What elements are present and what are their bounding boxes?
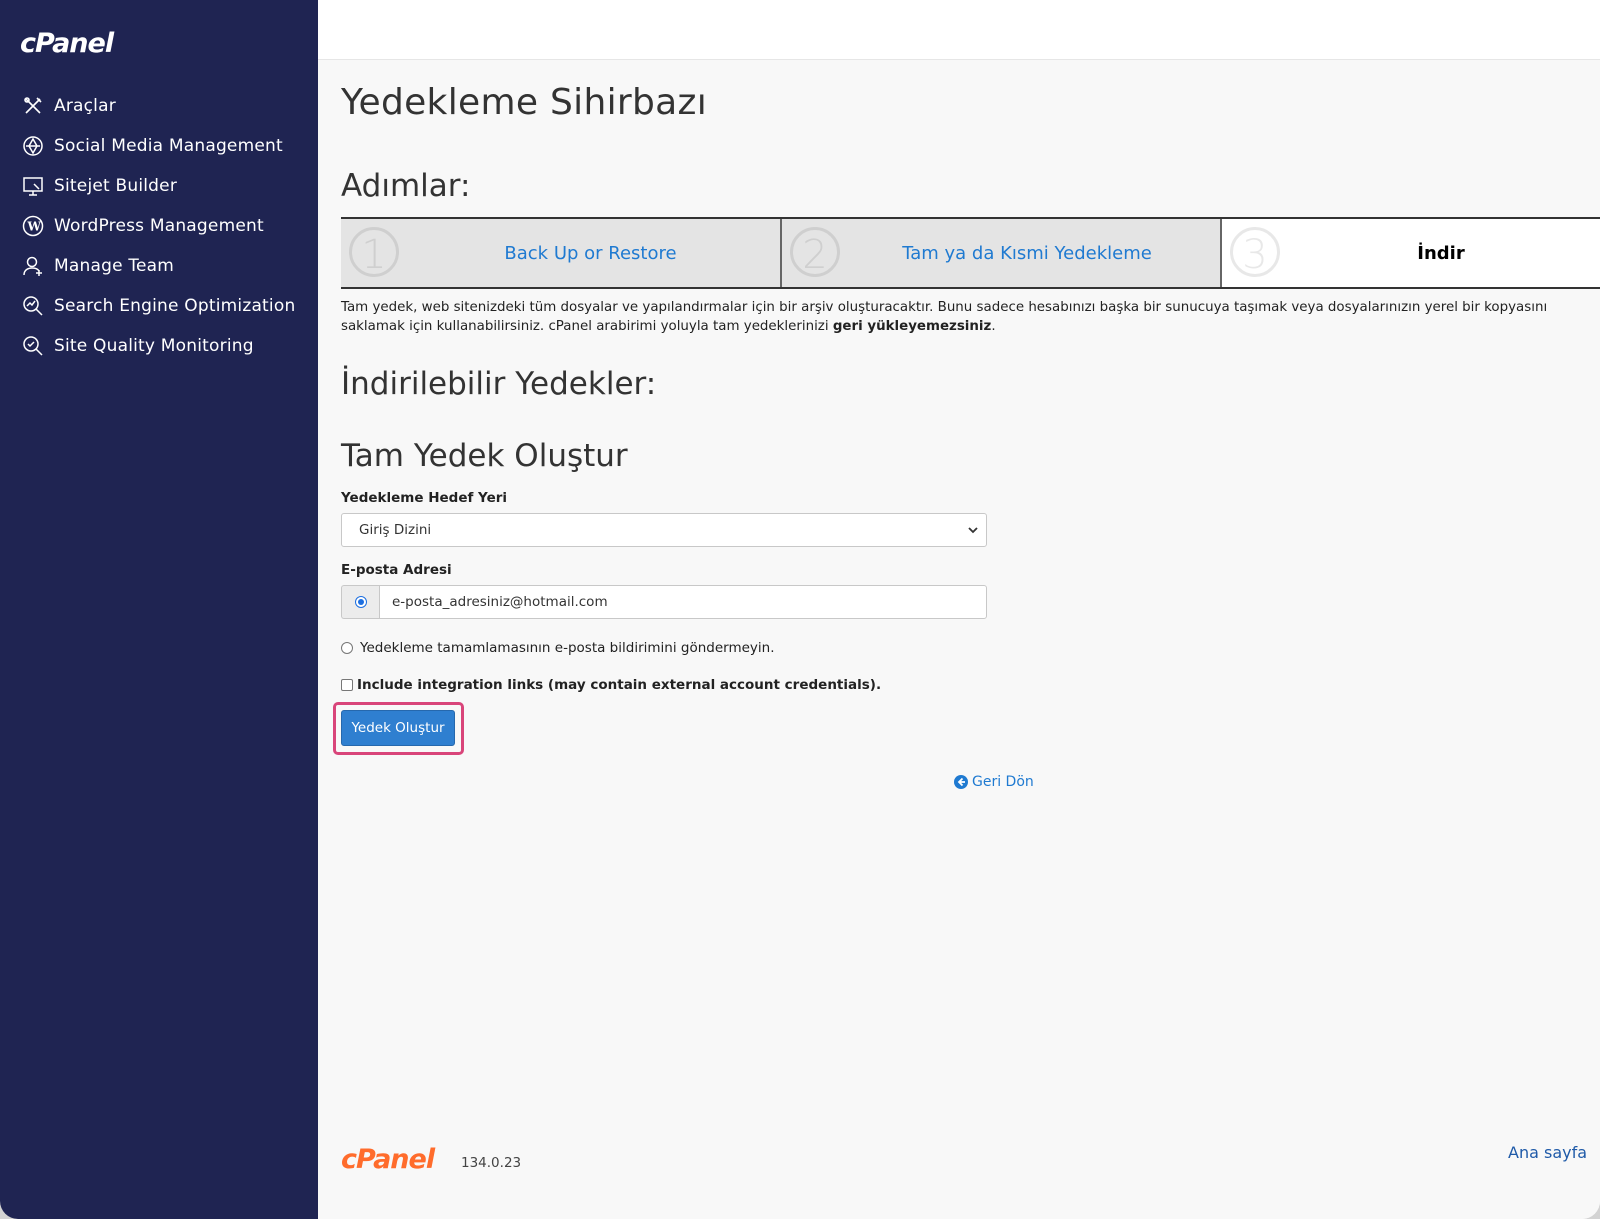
footer-cpanel-logo: cPanel (341, 1144, 437, 1173)
arrow-left-circle-icon (954, 775, 968, 789)
no-email-label: Yedekleme tamamlamasının e-posta bildiri… (360, 640, 775, 656)
step-number: 1 (349, 227, 399, 278)
top-bar (318, 0, 1600, 60)
footer-logo: cPanel 134.0.23 (341, 1143, 521, 1173)
description: Tam yedek, web sitenizdeki tüm dosyalar … (341, 298, 1591, 336)
sidebar-item-label: Manage Team (54, 256, 175, 276)
back-link-label[interactable]: Geri Dön (972, 774, 1034, 790)
tools-icon (21, 94, 45, 118)
destination-select-value: Giriş Dizini (359, 522, 432, 538)
description-bold: geri yükleyemezsiniz (832, 319, 992, 334)
sidebar-item-araclar[interactable]: Araçlar (0, 86, 318, 126)
sidebar-item-wordpress[interactable]: W WordPress Management (0, 206, 318, 246)
seo-icon (21, 294, 45, 318)
integration-links-checkbox[interactable] (341, 679, 353, 691)
page-title: Yedekleme Sihirbazı (341, 82, 707, 123)
sidebar-item-label: Araçlar (54, 96, 116, 116)
svg-text:W: W (27, 220, 42, 234)
team-icon (21, 254, 45, 278)
sidebar-item-sitejet[interactable]: Sitejet Builder (0, 166, 318, 206)
integration-links-label: Include integration links (may contain e… (357, 677, 882, 693)
sitejet-icon (21, 174, 45, 198)
no-email-radio[interactable] (341, 642, 353, 654)
description-end: . (991, 319, 996, 334)
footer-link-home[interactable]: Ana sayfa (1508, 1143, 1587, 1162)
steps-heading: Adımlar: (341, 168, 471, 204)
main-content: Yedekleme Sihirbazı Adımlar: 1 Back Up o… (318, 60, 1600, 1219)
step-label[interactable]: Tam ya da Kısmi Yedekleme (850, 243, 1152, 264)
sidebar-item-label: Social Media Management (54, 136, 283, 156)
email-label: E-posta Adresi (341, 562, 452, 578)
create-backup-button[interactable]: Yedek Oluştur (341, 710, 455, 746)
create-backup-heading: Tam Yedek Oluştur (341, 438, 628, 474)
step-backup-restore[interactable]: 1 Back Up or Restore (341, 219, 782, 287)
sidebar-item-social-media[interactable]: Social Media Management (0, 126, 318, 166)
step-number: 3 (1230, 227, 1280, 278)
wordpress-icon: W (21, 214, 45, 238)
destination-select[interactable]: Giriş Dizini (341, 513, 987, 547)
no-email-option[interactable]: Yedekleme tamamlamasının e-posta bildiri… (341, 640, 775, 656)
svg-text:cPanel: cPanel (20, 28, 115, 58)
step-download: 3 İndir (1222, 219, 1600, 287)
cpanel-logo[interactable]: cPanel (20, 28, 140, 58)
footer-version: 134.0.23 (461, 1155, 522, 1171)
browser-frame: cPanel Araçlar Social Media Management S… (0, 0, 1600, 1219)
step-number: 2 (790, 227, 840, 278)
destination-label: Yedekleme Hedef Yeri (341, 490, 508, 506)
social-media-icon (21, 134, 45, 158)
downloads-heading: İndirilebilir Yedekler: (341, 366, 657, 402)
sidebar-item-label: Site Quality Monitoring (54, 336, 254, 356)
email-field[interactable]: e-posta_adresiniz@hotmail.com (379, 585, 987, 619)
sidebar-item-manage-team[interactable]: Manage Team (0, 246, 318, 286)
footer-links: Ana sayfaT (1508, 1143, 1600, 1162)
sidebar-item-label: Sitejet Builder (54, 176, 178, 196)
back-link[interactable]: Geri Dön (954, 774, 1034, 790)
step-label: İndir (1417, 242, 1465, 264)
sidebar-item-label: WordPress Management (54, 216, 264, 236)
chevron-down-icon (966, 523, 980, 541)
step-full-partial[interactable]: 2 Tam ya da Kısmi Yedekleme (782, 219, 1222, 287)
email-radio-addon (341, 585, 379, 619)
wizard-steps: 1 Back Up or Restore 2 Tam ya da Kısmi Y… (341, 217, 1600, 289)
email-radio[interactable] (354, 596, 367, 608)
site-quality-icon (21, 334, 45, 358)
sidebar-nav: Araçlar Social Media Management Sitejet … (0, 86, 318, 366)
sidebar-item-seo[interactable]: Search Engine Optimization (0, 286, 318, 326)
email-group: e-posta_adresiniz@hotmail.com (341, 585, 987, 619)
integration-links-option[interactable]: Include integration links (may contain e… (341, 677, 881, 693)
svg-text:cPanel: cPanel (341, 1144, 436, 1173)
sidebar-item-label: Search Engine Optimization (54, 296, 296, 316)
step-label[interactable]: Back Up or Restore (444, 243, 676, 264)
sidebar-item-site-quality[interactable]: Site Quality Monitoring (0, 326, 318, 366)
sidebar: cPanel Araçlar Social Media Management S… (0, 0, 318, 1219)
